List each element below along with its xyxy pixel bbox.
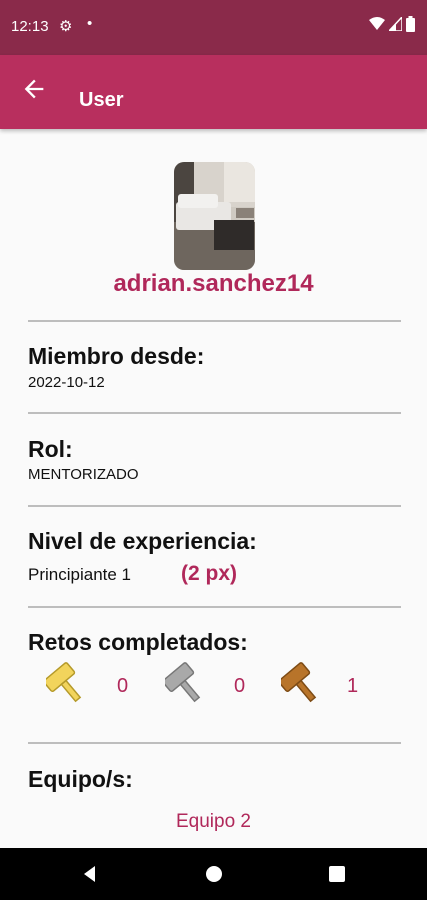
experience-label: Nivel de experiencia: — [28, 528, 257, 554]
bronze-gavel-icon — [281, 662, 317, 703]
nav-home-icon[interactable] — [201, 861, 227, 887]
silver-gavel-icon — [165, 662, 201, 703]
divider — [28, 320, 401, 322]
battery-icon — [406, 16, 415, 32]
gold-gavel-icon — [46, 662, 82, 703]
status-bar: 12:13 ⚙ • — [0, 0, 427, 55]
team-link[interactable]: Equipo 2 — [0, 811, 427, 833]
gold-challenges-count: 0 — [117, 675, 129, 697]
silver-challenges-count: 0 — [234, 675, 246, 697]
avatar — [174, 162, 255, 270]
wifi-icon — [369, 17, 385, 30]
divider — [28, 742, 401, 744]
signal-icon — [389, 17, 402, 31]
bronze-challenges-count: 1 — [347, 675, 359, 697]
settings-notification-icon: ⚙ — [59, 18, 73, 35]
app-bar: User — [0, 55, 427, 129]
member-since-value: 2022-10-12 — [28, 374, 105, 391]
avatar-image — [174, 162, 255, 270]
role-label: Rol: — [28, 436, 73, 462]
member-since-label: Miembro desde: — [28, 343, 205, 369]
notification-dot-icon: • — [87, 15, 93, 32]
divider — [28, 606, 401, 608]
page-title: User — [79, 89, 124, 111]
nav-back-icon[interactable] — [77, 861, 103, 887]
role-value: MENTORIZADO — [28, 466, 139, 483]
system-nav-bar — [0, 848, 427, 900]
teams-label: Equipo/s: — [28, 766, 133, 792]
username: adrian.sanchez14 — [113, 270, 314, 297]
status-icons — [369, 16, 415, 32]
divider — [28, 505, 401, 507]
experience-level: Principiante 1 — [28, 565, 132, 584]
status-time: 12:13 — [11, 18, 49, 35]
experience-points: (2 px) — [181, 562, 238, 585]
nav-recents-icon[interactable] — [324, 861, 350, 887]
back-arrow-icon[interactable] — [20, 75, 48, 103]
divider — [28, 412, 401, 414]
challenges-label: Retos completados: — [28, 629, 248, 655]
